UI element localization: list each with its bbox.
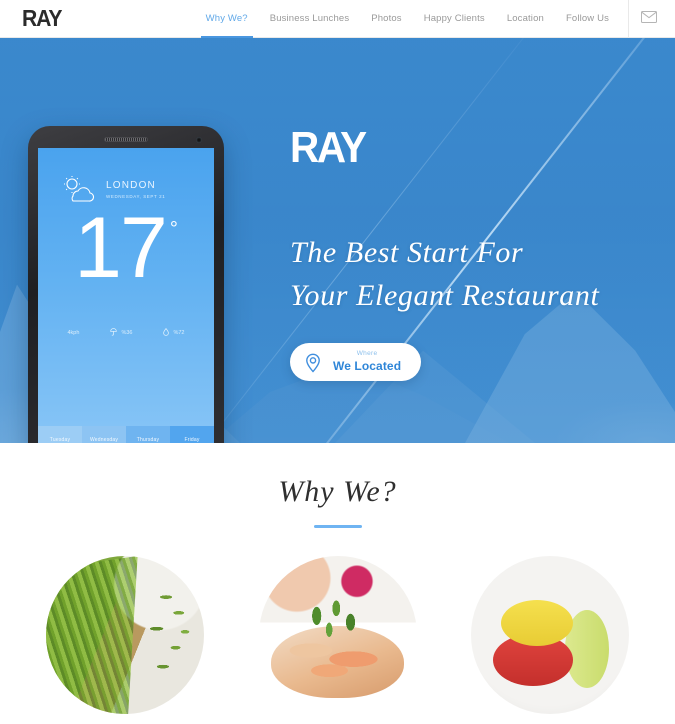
forecast-day[interactable]: Tuesday — [38, 426, 82, 443]
forecast-day[interactable]: Wednesday — [82, 426, 126, 443]
map-pin-icon — [302, 351, 324, 373]
phone-screen: LONDON WEDNESDAY, SEPT 21 17 ° 4kph %36 … — [38, 148, 214, 443]
weather-stat-humidity: %72 — [163, 327, 185, 338]
umbrella-icon — [110, 327, 118, 338]
feature-card-confectionery[interactable]: CONFECTIONERY — [471, 556, 629, 724]
degree-symbol: ° — [169, 218, 178, 240]
site-header: RAY Why We? Business Lunches Photos Happ… — [0, 0, 675, 38]
envelope-icon — [641, 10, 657, 28]
site-logo[interactable]: RAY — [22, 7, 63, 30]
forecast-day-name: Wednesday — [89, 436, 119, 443]
weather-header: LONDON WEDNESDAY, SEPT 21 — [38, 148, 214, 202]
droplet-icon — [163, 327, 170, 338]
hero-logo: RAY — [290, 123, 367, 172]
temperature-value: 17 — [74, 200, 168, 296]
stat-value: %36 — [121, 329, 133, 336]
we-located-button[interactable]: Where We Located — [290, 343, 422, 382]
weather-location: LONDON WEDNESDAY, SEPT 21 — [106, 180, 165, 199]
stat-value: %72 — [173, 329, 185, 336]
weather-temperature: 17 ° — [38, 200, 214, 296]
nav-divider — [628, 0, 629, 38]
hero-content: RAY The Best Start For Your Elegant Rest… — [290, 123, 660, 382]
phone-mockup: LONDON WEDNESDAY, SEPT 21 17 ° 4kph %36 … — [28, 126, 224, 443]
feature-card-delicious-salads[interactable]: DELICIOUS SALADS — [258, 556, 417, 724]
weather-stats: 4kph %36 %72 — [38, 327, 214, 338]
phone-camera — [196, 137, 202, 143]
forecast-day-name: Thursday — [136, 436, 160, 443]
forecast-day[interactable]: Thursday — [126, 426, 170, 443]
why-we-title: Why We? — [278, 475, 397, 508]
weather-forecast-strip: Tuesday Wednesday Thursday Friday — [38, 426, 214, 443]
salmon-salad-photo — [258, 556, 417, 714]
nav-item-location[interactable]: Location — [496, 0, 555, 37]
hero-headline: The Best Start For Your Elegant Restaura… — [290, 232, 660, 317]
weather-stat-precipitation: %36 — [110, 327, 133, 338]
feature-card-fresh-vegetables[interactable]: FRESH VEGETABLES — [46, 556, 204, 724]
we-located-small-label: Where — [356, 350, 378, 358]
macaron-yellow — [501, 600, 573, 646]
forecast-day-name: Friday — [184, 436, 200, 443]
mail-button[interactable] — [633, 0, 675, 37]
feature-cards: FRESH VEGETABLES DELICIOUS SALADS CONFEC… — [0, 528, 675, 724]
weather-city: LONDON — [106, 179, 156, 191]
hero-headline-line-1: The Best Start For — [290, 236, 524, 269]
nav-item-follow-us[interactable]: Follow Us — [555, 0, 620, 37]
we-located-label-group: Where We Located — [333, 350, 402, 374]
forecast-day-name: Tuesday — [49, 436, 71, 443]
we-located-big-label: We Located — [333, 359, 402, 374]
why-we-section: Why We? FRESH VEGETABLES DELICIOUS SALAD… — [0, 443, 675, 724]
nav-item-why-we[interactable]: Why We? — [195, 0, 259, 38]
hero-headline-line-2: Your Elegant Restaurant — [290, 278, 600, 312]
green-beans-photo — [46, 556, 204, 714]
main-navigation: Why We? Business Lunches Photos Happy Cl… — [195, 0, 675, 38]
nav-item-business-lunches[interactable]: Business Lunches — [259, 0, 361, 37]
landing-page: RAY Why We? Business Lunches Photos Happ… — [0, 0, 675, 724]
hero-section: LONDON WEDNESDAY, SEPT 21 17 ° 4kph %36 … — [0, 38, 675, 443]
forecast-day[interactable]: Friday — [170, 426, 214, 443]
phone-speaker-grille — [104, 137, 148, 142]
stat-value: 4kph — [67, 329, 80, 336]
macarons-photo — [471, 556, 629, 714]
weather-date: WEDNESDAY, SEPT 21 — [106, 193, 166, 199]
nav-item-photos[interactable]: Photos — [360, 0, 412, 37]
weather-stat-wind: 4kph — [68, 330, 80, 336]
sun-behind-cloud-icon — [60, 176, 96, 202]
nav-item-happy-clients[interactable]: Happy Clients — [413, 0, 496, 37]
